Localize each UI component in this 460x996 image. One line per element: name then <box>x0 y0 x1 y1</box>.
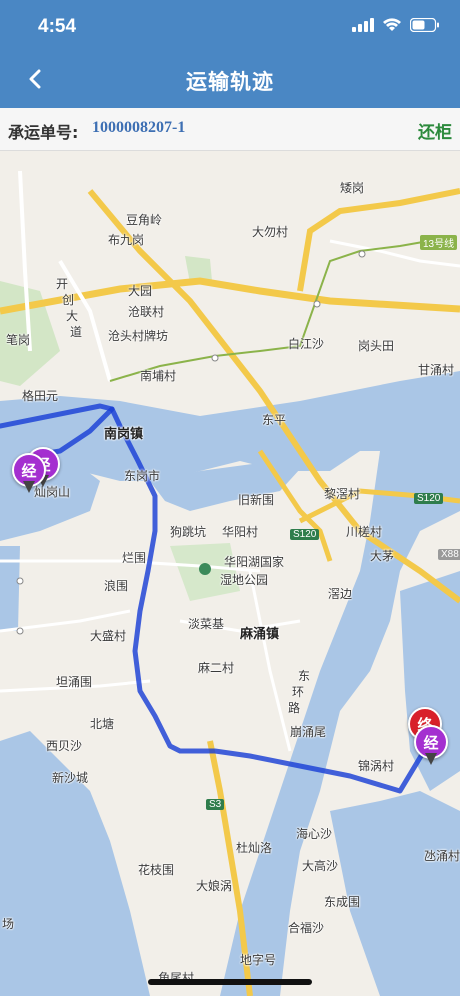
place-label: 南岗镇 <box>104 427 144 442</box>
waybill-number: 1000008207-1 <box>92 119 186 136</box>
place-label: 大高沙 <box>302 859 339 873</box>
waypoint-marker[interactable]: 经 <box>12 453 46 495</box>
place-label: 浪围 <box>104 579 129 593</box>
road-tag: X88 <box>438 549 460 560</box>
place-label: 大园 <box>128 284 153 298</box>
place-label: 花枝围 <box>138 863 175 877</box>
place-label: 崩涌尾 <box>290 725 327 739</box>
return-container-button[interactable]: 还柜 <box>418 118 452 143</box>
place-label: 布九岗 <box>108 233 145 247</box>
place-label: 旧新围 <box>238 493 275 507</box>
pin-tail <box>23 481 35 493</box>
waypoint-marker[interactable]: 经 <box>414 725 448 767</box>
place-label: 麻涌镇 <box>240 627 280 642</box>
place-label: 锦涡村 <box>358 759 395 773</box>
place-label: 东成围 <box>324 895 361 909</box>
place-label: 大勿村 <box>252 225 289 239</box>
place-label: 甘涌村 <box>418 363 455 377</box>
place-label: 大娘涡 <box>196 879 233 893</box>
place-label: 格田元 <box>22 389 59 403</box>
road-tag: S120 <box>290 529 320 540</box>
signal-icon <box>352 18 374 32</box>
place-label: 川槎村 <box>346 525 383 539</box>
place-label: 东岗市 <box>124 469 161 483</box>
road-tag: 13号线 <box>420 235 458 250</box>
place-label: 环 <box>292 685 305 699</box>
place-label: 大茅 <box>370 549 395 563</box>
place-label: 淡菜基 <box>188 617 225 631</box>
place-label: 麻二村 <box>198 661 235 675</box>
place-label: 白江沙 <box>288 337 325 351</box>
place-label: 场 <box>2 917 15 931</box>
place-label: 北塘 <box>90 717 115 731</box>
place-label: 坦涌围 <box>56 675 93 689</box>
page-title: 运输轨迹 <box>186 70 274 94</box>
pin-tail <box>425 753 437 765</box>
place-label: 杜灿洛 <box>236 841 273 855</box>
place-label: 开 <box>56 277 69 291</box>
waybill-bar: 承运单号: 1000008207-1 还柜 <box>0 108 460 151</box>
road-tag: S3 <box>206 799 225 810</box>
place-label: 黎滘村 <box>324 487 361 501</box>
waybill-label: 承运单号: <box>8 123 79 142</box>
place-label: 创 <box>62 293 75 307</box>
place-label: 氹涌村 <box>424 849 460 863</box>
home-indicator[interactable] <box>148 979 312 985</box>
place-label: 岗头田 <box>358 339 395 353</box>
place-label: 滘边 <box>328 587 353 601</box>
place-label: 西贝沙 <box>46 739 83 753</box>
place-label: 豆角岭 <box>126 213 163 227</box>
place-label: 烂围 <box>122 551 147 565</box>
battery-icon <box>410 18 439 32</box>
place-label: 矮岗 <box>340 181 365 195</box>
place-label: 沧头村牌坊 <box>108 329 169 343</box>
place-label: 道 <box>70 325 83 339</box>
place-label: 狗跳坑 <box>170 525 207 539</box>
place-label: 海心沙 <box>296 827 333 841</box>
map-view[interactable]: 矮岗 豆角岭 布九岗 大勿村 大园 沧联村 沧头村牌坊 笔岗 白江沙 岗头田 甘… <box>0 151 460 996</box>
place-label: 南埔村 <box>140 369 177 383</box>
place-label: 新沙城 <box>52 771 89 785</box>
place-label: 合福沙 <box>288 921 325 935</box>
place-label: 大盛村 <box>90 629 127 643</box>
status-icons <box>352 18 440 32</box>
place-label: 沧联村 <box>128 305 165 319</box>
place-label: 东 <box>298 669 311 683</box>
road-tag: S120 <box>414 493 444 504</box>
status-time: 4:54 <box>38 16 77 37</box>
place-label: 地字号 <box>240 953 277 967</box>
place-label: 华阳湖国家 <box>224 555 285 569</box>
status-bar: 4:54 <box>0 0 460 54</box>
place-label: 笔岗 <box>6 333 31 347</box>
place-label: 东平 <box>262 413 287 427</box>
place-label: 湿地公园 <box>220 573 269 587</box>
nav-header: 运输轨迹 <box>0 54 460 108</box>
place-label: 华阳村 <box>222 525 259 539</box>
place-label: 大 <box>66 309 79 323</box>
place-label: 路 <box>288 701 301 715</box>
wifi-icon <box>383 18 401 31</box>
